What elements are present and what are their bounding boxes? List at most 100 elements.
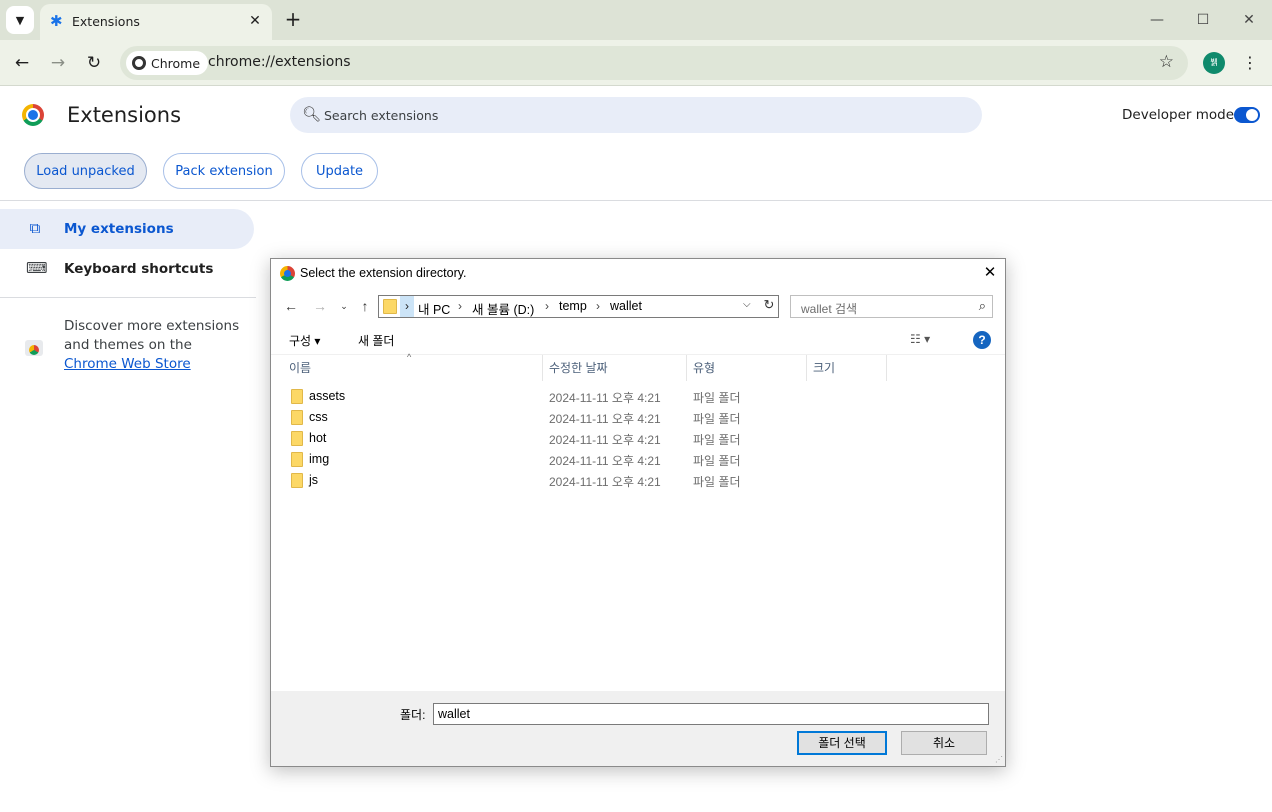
search-extensions-input[interactable]: 🔍︎ Search extensions: [290, 97, 982, 133]
web-store-link[interactable]: Chrome Web Store: [64, 356, 191, 372]
puzzle-icon: ✱: [50, 12, 63, 30]
select-folder-button[interactable]: 폴더 선택: [797, 731, 887, 755]
search-placeholder: Search extensions: [324, 108, 439, 123]
maximize-button[interactable]: ☐: [1191, 8, 1215, 32]
file-type: 파일 폴더: [693, 475, 741, 489]
web-store-icon: [25, 340, 43, 356]
site-chip-label: Chrome: [151, 55, 201, 71]
refresh-icon[interactable]: ↻: [760, 297, 778, 313]
resize-grip-icon[interactable]: ⋰: [995, 755, 1003, 764]
update-button[interactable]: Update: [301, 153, 378, 189]
tab-search-button[interactable]: ▼: [6, 6, 34, 34]
dialog-title: Select the extension directory.: [300, 266, 467, 280]
sidebar-item-my-extensions[interactable]: ⧉ My extensions: [0, 209, 254, 249]
folder-icon: [291, 452, 303, 467]
column-header-name[interactable]: 이름: [283, 355, 543, 381]
bookmark-star-icon[interactable]: ☆: [1159, 52, 1174, 72]
breadcrumb-segment[interactable]: 내 PC: [418, 299, 450, 318]
recent-locations-chevron-icon[interactable]: ⌄: [334, 297, 354, 315]
site-chip[interactable]: Chrome: [126, 51, 209, 75]
file-modified: 2024-11-11 오후 4:21: [549, 391, 661, 405]
file-row[interactable]: assets 2024-11-11 오후 4:21 파일 폴더: [283, 386, 743, 407]
file-row[interactable]: js 2024-11-11 오후 4:21 파일 폴더: [283, 470, 743, 491]
page-title: Extensions: [67, 103, 182, 127]
file-name: hot: [309, 431, 327, 445]
dialog-close-icon[interactable]: ✕: [977, 261, 1003, 285]
file-type: 파일 폴더: [693, 412, 741, 426]
dialog-footer: 폴더: 폴더 선택 취소 ⋰: [271, 691, 1005, 766]
file-modified: 2024-11-11 오후 4:21: [549, 454, 661, 468]
extension-puzzle-icon: ⧉: [29, 219, 41, 237]
sidebar-item-label: My extensions: [64, 221, 174, 237]
up-arrow-icon[interactable]: ↑: [355, 297, 375, 315]
tab-extensions[interactable]: ✱ Extensions ✕: [40, 4, 272, 40]
header-divider: [0, 200, 1272, 201]
address-dropdown-icon[interactable]: ⌵: [743, 299, 751, 310]
file-row[interactable]: img 2024-11-11 오후 4:21 파일 폴더: [283, 449, 743, 470]
column-header-modified[interactable]: 수정한 날짜: [543, 355, 687, 381]
file-modified: 2024-11-11 오후 4:21: [549, 475, 661, 489]
pack-extension-button[interactable]: Pack extension: [163, 153, 285, 189]
breadcrumb-segment[interactable]: 새 볼륨 (D:): [472, 299, 534, 318]
reload-icon[interactable]: ↻: [83, 52, 105, 74]
close-tab-icon[interactable]: ✕: [246, 12, 264, 30]
forward-arrow-icon[interactable]: →: [47, 52, 69, 74]
tab-title: Extensions: [72, 14, 140, 29]
chrome-icon: [132, 56, 146, 70]
folder-icon: [291, 431, 303, 446]
breadcrumb-chevron-icon[interactable]: ›: [596, 299, 600, 313]
browser-toolbar: ← → ↻ Chrome chrome://extensions ☆ 뷁 ⋮: [0, 40, 1272, 86]
dialog-forward-arrow-icon[interactable]: →: [310, 297, 330, 315]
column-header-type[interactable]: 유형: [687, 355, 807, 381]
folder-label: 폴더:: [400, 708, 426, 722]
dialog-search-placeholder: wallet 검색: [801, 302, 858, 316]
breadcrumb-chevron-icon[interactable]: ›: [400, 296, 414, 317]
file-row[interactable]: css 2024-11-11 오후 4:21 파일 폴더: [283, 407, 743, 428]
sidebar-item-keyboard-shortcuts[interactable]: ⌨ Keyboard shortcuts: [0, 249, 254, 289]
developer-mode-label: Developer mode: [1122, 107, 1235, 123]
discover-text-body: Discover more extensions and themes on t…: [64, 318, 240, 353]
file-type: 파일 폴더: [693, 454, 741, 468]
file-name: css: [309, 410, 328, 424]
sidebar-item-label: Keyboard shortcuts: [64, 261, 214, 277]
organize-menu[interactable]: 구성 ▾: [289, 332, 320, 349]
menu-kebab-icon[interactable]: ⋮: [1240, 52, 1260, 74]
close-window-button[interactable]: ✕: [1237, 8, 1261, 32]
command-bar: 구성 ▾ 새 폴더 ☷ ▾ ?: [271, 325, 1005, 355]
folder-select-dialog: Select the extension directory. ✕ ← → ⌄ …: [270, 258, 1006, 767]
file-type: 파일 폴더: [693, 391, 741, 405]
breadcrumb-chevron-icon[interactable]: ›: [545, 299, 549, 313]
sidebar-divider: [0, 297, 256, 298]
view-options-icon[interactable]: ☷ ▾: [910, 332, 930, 346]
new-tab-button[interactable]: +: [282, 8, 304, 30]
folder-icon: [291, 410, 303, 425]
help-icon[interactable]: ?: [973, 331, 991, 349]
dialog-back-arrow-icon[interactable]: ←: [281, 297, 301, 315]
file-modified: 2024-11-11 오후 4:21: [549, 433, 661, 447]
file-modified: 2024-11-11 오후 4:21: [549, 412, 661, 426]
discover-text: Discover more extensions and themes on t…: [64, 317, 244, 374]
file-name: js: [309, 473, 319, 487]
breadcrumb-segment[interactable]: wallet: [610, 299, 642, 313]
cancel-button[interactable]: 취소: [901, 731, 987, 755]
dialog-search-input[interactable]: wallet 검색 ⌕: [790, 295, 993, 318]
breadcrumb-chevron-icon[interactable]: ›: [458, 299, 462, 313]
minimize-button[interactable]: —: [1145, 8, 1169, 32]
chevron-down-icon: ▼: [15, 13, 25, 27]
column-header-size[interactable]: 크기: [807, 355, 887, 381]
folder-icon: [291, 473, 303, 488]
url-text[interactable]: chrome://extensions: [208, 54, 351, 70]
load-unpacked-button[interactable]: Load unpacked: [24, 153, 147, 189]
profile-avatar[interactable]: 뷁: [1203, 52, 1225, 74]
omnibox[interactable]: Chrome chrome://extensions ☆: [120, 46, 1188, 80]
address-bar[interactable]: › 내 PC › 새 볼륨 (D:) › temp › wallet ⌵ ↻: [378, 295, 779, 318]
breadcrumb-segment[interactable]: temp: [559, 299, 587, 313]
back-arrow-icon[interactable]: ←: [11, 52, 33, 74]
folder-name-input[interactable]: [433, 703, 989, 725]
file-type: 파일 폴더: [693, 433, 741, 447]
developer-mode-toggle[interactable]: [1234, 107, 1260, 123]
new-folder-button[interactable]: 새 폴더: [358, 332, 394, 349]
file-row[interactable]: hot 2024-11-11 오후 4:21 파일 폴더: [283, 428, 743, 449]
keyboard-icon: ⌨: [26, 259, 48, 277]
folder-icon: [383, 299, 397, 314]
